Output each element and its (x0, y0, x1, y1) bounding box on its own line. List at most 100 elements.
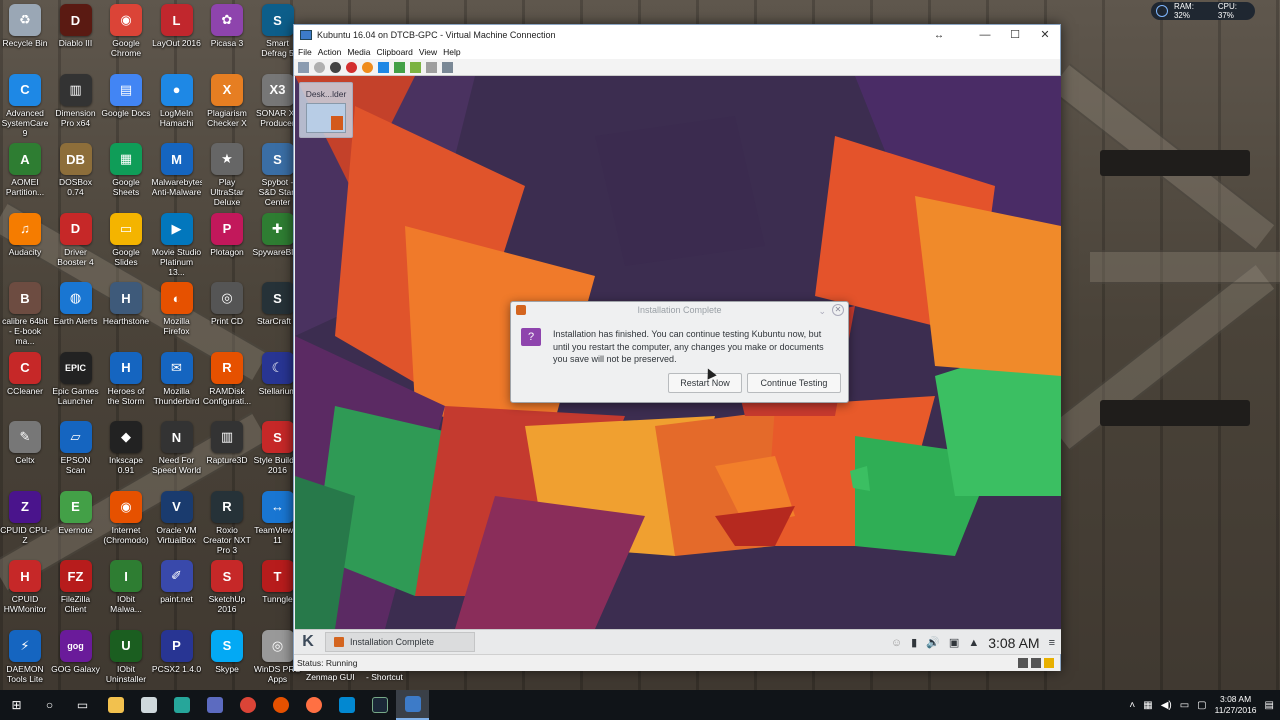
desktop-icon[interactable]: ▤ Google Docs (101, 70, 151, 138)
desktop-icon[interactable]: P Plotagon (202, 209, 252, 277)
zenmap-label[interactable]: Zenmap GUI (306, 672, 355, 682)
desktop-icon[interactable]: ✎ Celtx (0, 417, 50, 485)
kde-launcher-icon[interactable]: K (299, 633, 317, 651)
file-explorer-icon[interactable] (99, 690, 132, 720)
desktop-icon[interactable]: ▱ EPSON Scan (51, 417, 101, 485)
desktop-icon[interactable]: E Evernote (51, 487, 101, 555)
desktop-icon[interactable]: U IObit Uninstaller (101, 626, 151, 694)
desktop-icon[interactable]: ✐ paint.net (152, 556, 202, 624)
desktop-icon[interactable]: ♻ Recycle Bin (0, 0, 50, 68)
desktop-icon[interactable]: ◉ Internet (Chromodo) (101, 487, 151, 555)
revert-icon[interactable] (426, 61, 437, 73)
start-icon[interactable] (314, 61, 325, 73)
enhanced-session-icon[interactable] (442, 61, 453, 73)
desktop-icon[interactable]: ◉ Google Chrome (101, 0, 151, 68)
tray-chevron-icon[interactable]: ˄ (1129, 700, 1135, 711)
menu-clipboard[interactable]: Clipboard (376, 47, 418, 57)
folder-view-widget[interactable]: Desk...lder (299, 82, 353, 138)
desktop-icon[interactable]: S SketchUp 2016 (202, 556, 252, 624)
shortcut-label[interactable]: - Shortcut (366, 672, 403, 682)
guest-screen[interactable]: Desk...lder Installation Complete ⌄ ✕ ? … (295, 76, 1061, 629)
app-icon-3[interactable] (330, 690, 363, 720)
desktop-icon[interactable]: gog GOG Galaxy (51, 626, 101, 694)
menu-help[interactable]: Help (443, 47, 466, 57)
volume-icon[interactable]: ◀) (1161, 700, 1172, 711)
dialog-close-icon[interactable]: ✕ (832, 304, 844, 316)
vm-connection-taskbar-icon[interactable] (396, 690, 429, 720)
desktop-icon[interactable]: D Diablo III (51, 0, 101, 68)
menu-file[interactable]: File (298, 47, 318, 57)
resize-arrows-icon[interactable]: ↔ (934, 30, 944, 41)
dialog-titlebar[interactable]: Installation Complete ⌄ ✕ (511, 302, 848, 319)
desktop-icon[interactable]: L LayOut 2016 (152, 0, 202, 68)
desktop-icon[interactable]: ◐ Mozilla Firefox (152, 278, 202, 346)
desktop-icon[interactable]: ▥ Rapture3D (202, 417, 252, 485)
minimize-button[interactable]: — (970, 25, 1000, 45)
desktop-icon[interactable]: ◆ Inkscape 0.91 (101, 417, 151, 485)
desktop-icon[interactable]: D Driver Booster 4 (51, 209, 101, 277)
search-icon[interactable]: ○ (33, 690, 66, 720)
ctrl-alt-del-icon[interactable] (298, 61, 309, 73)
desktop-icon[interactable]: H Heroes of the Storm (101, 348, 151, 416)
perf-widget[interactable]: RAM: 32% CPU: 37% (1151, 2, 1255, 20)
desktop-icon[interactable]: FZ FileZilla Client (51, 556, 101, 624)
desktop-icon[interactable]: ▭ Google Slides (101, 209, 151, 277)
continue-testing-button[interactable]: Continue Testing (747, 373, 841, 393)
desktop-icon[interactable]: ▥ Dimension Pro x64 (51, 70, 101, 138)
reset-icon[interactable] (394, 61, 405, 73)
vm-connection-window[interactable]: Kubuntu 16.04 on DTCB-GPC - Virtual Mach… (293, 24, 1061, 671)
desktop-icon[interactable]: S Skype (202, 626, 252, 694)
desktop-icon[interactable]: C CCleaner (0, 348, 50, 416)
shutdown-icon[interactable] (346, 61, 357, 73)
desktop-icon[interactable]: R RAMDisk Configurati... (202, 348, 252, 416)
installation-complete-dialog[interactable]: Installation Complete ⌄ ✕ ? Installation… (510, 301, 849, 403)
kde-clock[interactable]: 3:08 AM (988, 635, 1039, 651)
storage-icon[interactable]: ▮ (911, 636, 917, 649)
desktop-icon[interactable]: ◍ Earth Alerts (51, 278, 101, 346)
notifications-icon[interactable]: ▢ (1197, 700, 1206, 711)
maximize-button[interactable]: ☐ (1000, 25, 1030, 45)
action-center-icon[interactable]: ▤ (1265, 700, 1274, 711)
network-icon[interactable]: ▣ (949, 636, 959, 649)
close-button[interactable]: ✕ (1030, 25, 1060, 45)
desktop-icon[interactable]: A AOMEI Partition... (0, 139, 50, 207)
store-icon[interactable] (132, 690, 165, 720)
app-icon-2[interactable] (198, 690, 231, 720)
desktop-icon[interactable]: ◎ Print CD (202, 278, 252, 346)
desktop-icon[interactable]: ★ Play UltraStar Deluxe (202, 139, 252, 207)
task-view-icon[interactable]: ▭ (66, 690, 99, 720)
desktop-icon[interactable]: ⚡ DAEMON Tools Lite (0, 626, 50, 694)
desktop-icon[interactable]: V Oracle VM VirtualBox (152, 487, 202, 555)
desktop-icon[interactable]: EPIC Epic Games Launcher (51, 348, 101, 416)
menu-media[interactable]: Media (347, 47, 376, 57)
vm-titlebar[interactable]: Kubuntu 16.04 on DTCB-GPC - Virtual Mach… (294, 25, 1060, 45)
firefox-icon[interactable] (297, 690, 330, 720)
steam-icon[interactable] (363, 690, 396, 720)
windows-clock[interactable]: 3:08 AM 11/27/2016 (1215, 694, 1257, 716)
checkpoint-icon[interactable] (410, 61, 421, 73)
battery-icon[interactable]: ▭ (1180, 700, 1189, 711)
desktop-icon[interactable]: Z CPUID CPU-Z (0, 487, 50, 555)
desktop-icon[interactable]: ● LogMeIn Hamachi (152, 70, 202, 138)
desktop-icon[interactable]: P PCSX2 1.4.0 (152, 626, 202, 694)
menu-action[interactable]: Action (318, 47, 348, 57)
pause-icon[interactable] (378, 61, 389, 73)
desktop-icon[interactable]: R Roxio Creator NXT Pro 3 (202, 487, 252, 555)
tray-expand-icon[interactable]: ▲ (968, 637, 979, 649)
desktop-icon[interactable]: ▶ Movie Studio Platinum 13... (152, 209, 202, 277)
desktop-icon[interactable]: ✿ Picasa 3 (202, 0, 252, 68)
desktop-icon[interactable]: H Hearthstone (101, 278, 151, 346)
turn-off-icon[interactable] (330, 61, 341, 73)
desktop-icon[interactable]: X Plagiarism Checker X (202, 70, 252, 138)
desktop-icon[interactable]: ♫ Audacity (0, 209, 50, 277)
start-button[interactable]: ⊞ (0, 690, 33, 720)
panel-menu-icon[interactable]: ≡ (1049, 637, 1055, 649)
desktop-icon[interactable]: Bcalibre 64bit - E-book ma... (0, 278, 50, 346)
chrome-icon[interactable] (231, 690, 264, 720)
menu-view[interactable]: View (419, 47, 443, 57)
desktop-icon[interactable]: C Advanced SystemCare 9 (0, 70, 50, 138)
chromodo-icon[interactable] (264, 690, 297, 720)
taskbar-item-installation[interactable]: Installation Complete (325, 632, 475, 652)
desktop-icon[interactable]: ✉ Mozilla Thunderbird (152, 348, 202, 416)
desktop-icon[interactable]: N Need For Speed World (152, 417, 202, 485)
